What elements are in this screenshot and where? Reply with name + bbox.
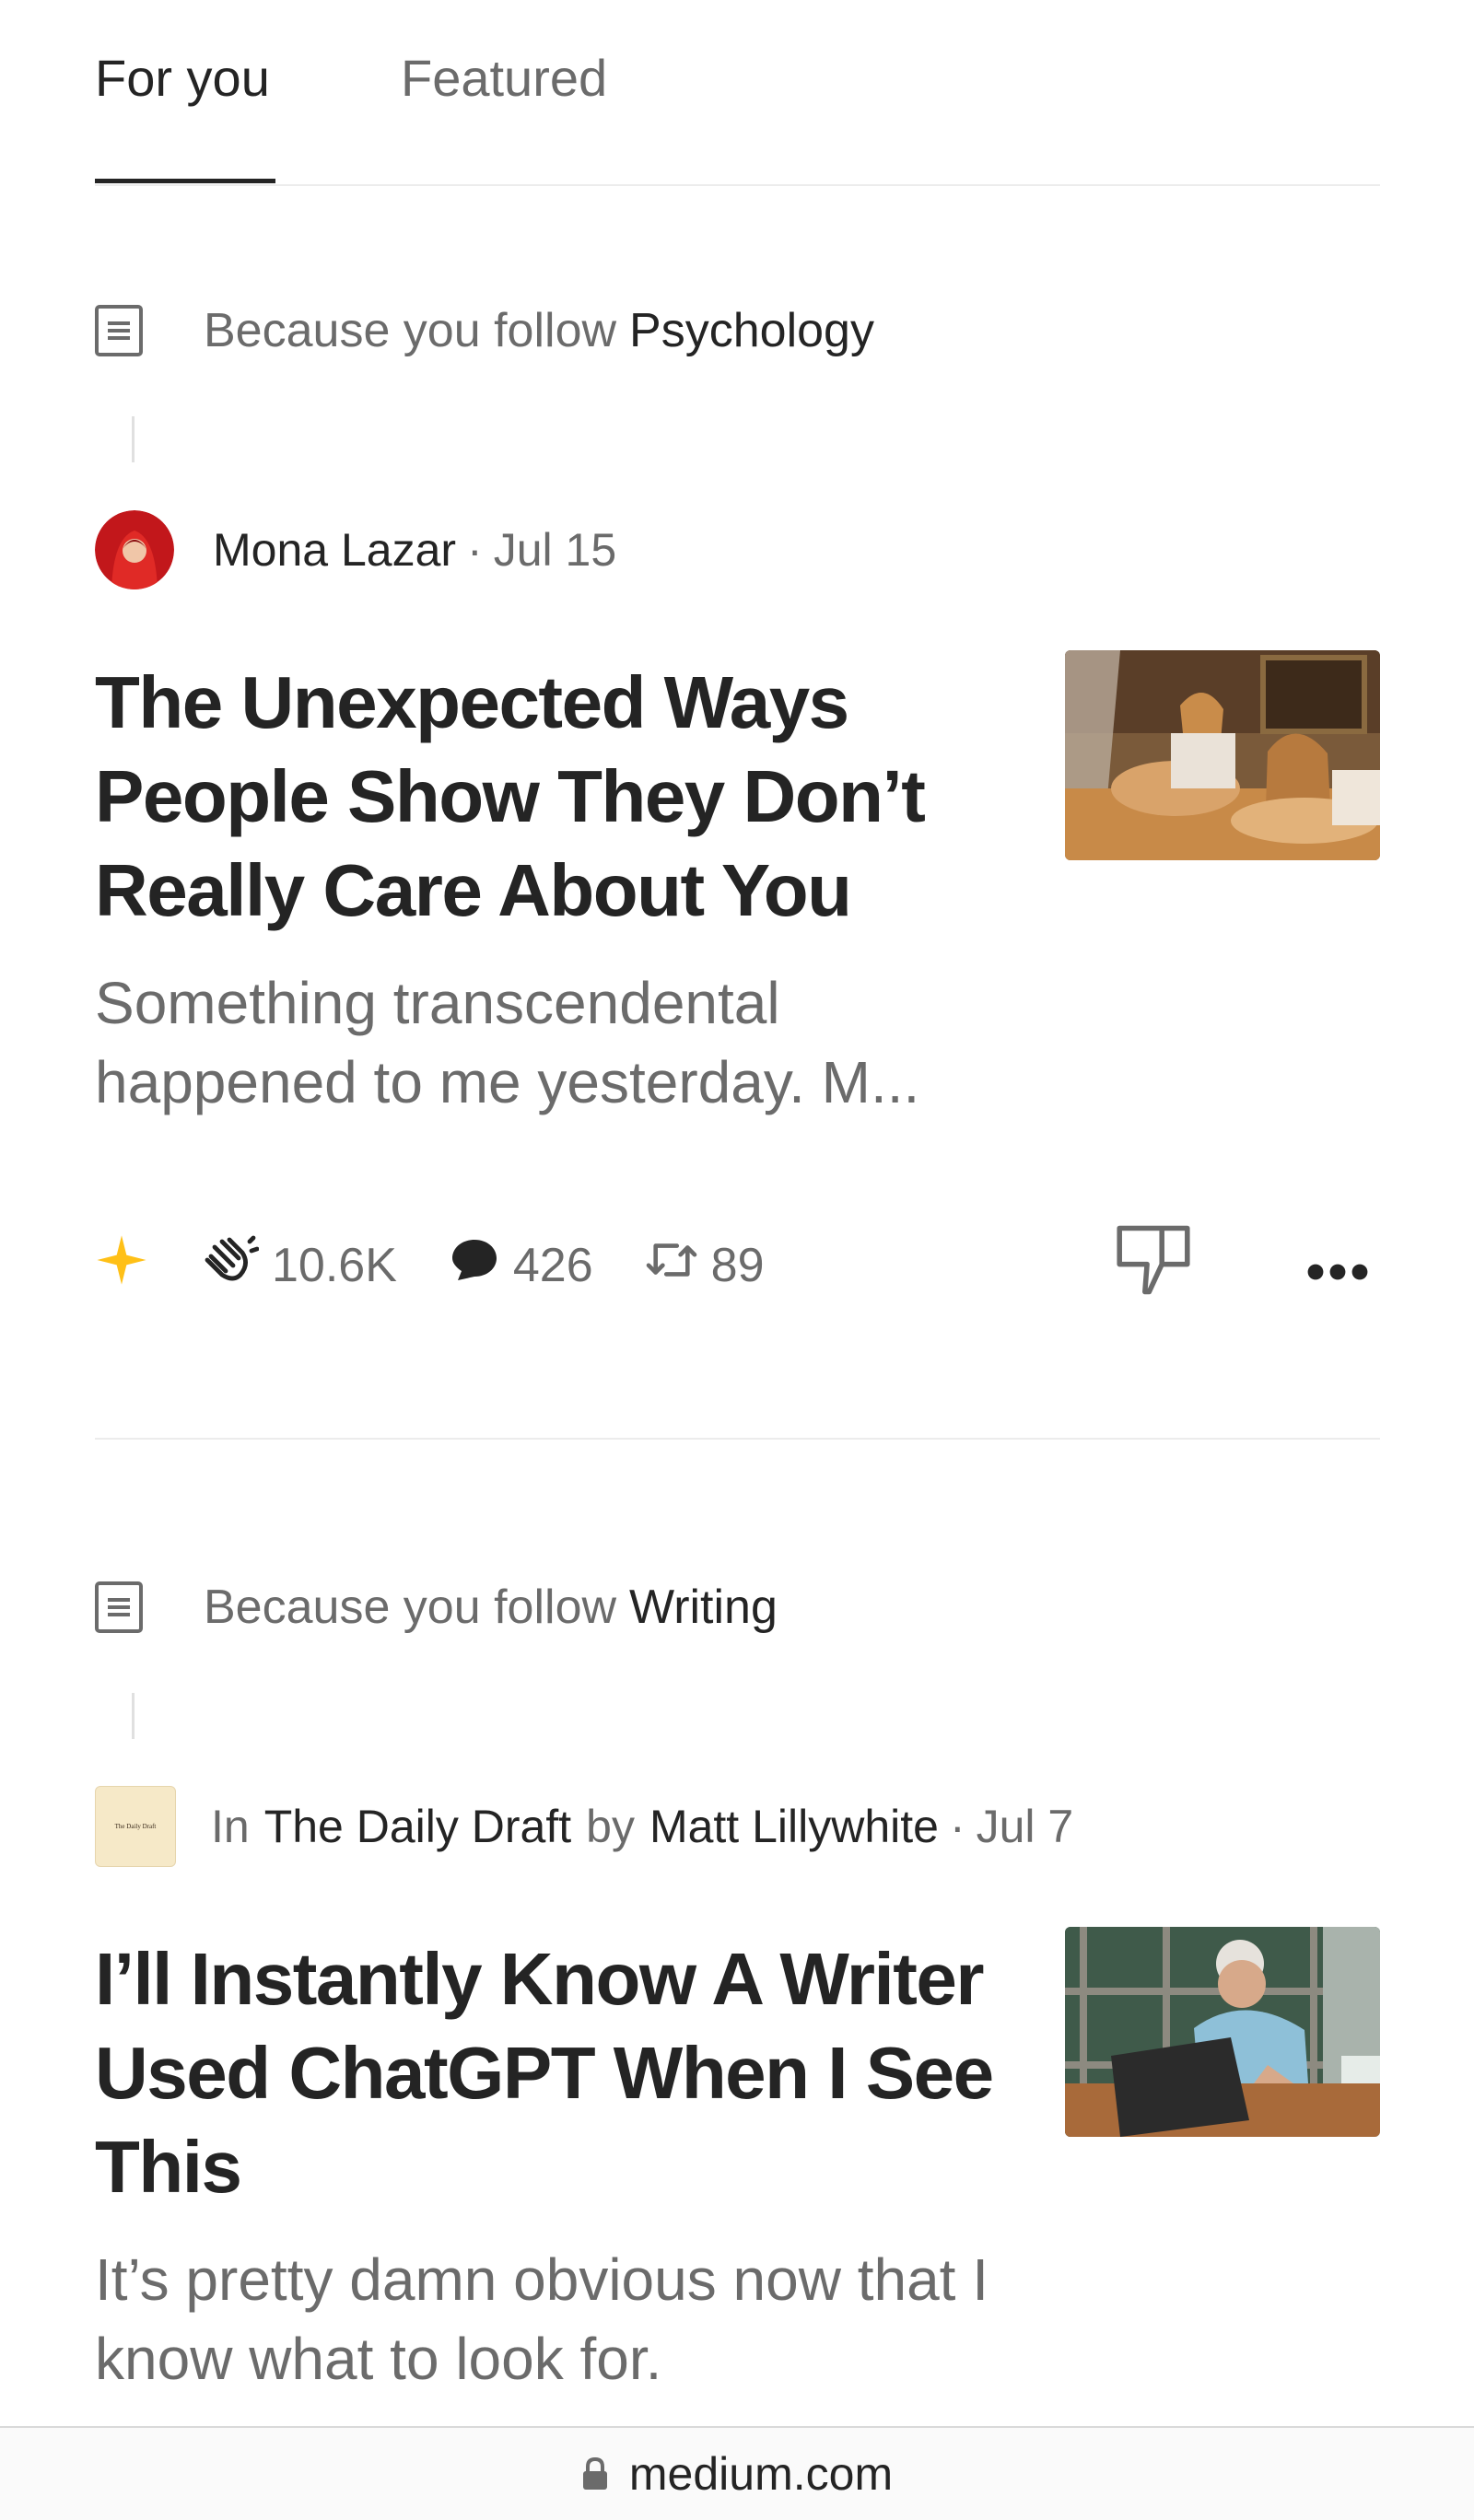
article-divider bbox=[95, 1438, 1380, 1440]
more-options-button[interactable] bbox=[1306, 1238, 1369, 1293]
article-card[interactable]: Because you follow Psychology Mona Lazar … bbox=[95, 0, 1380, 1437]
author-name[interactable]: Mona Lazar bbox=[213, 523, 456, 577]
browser-url-bar[interactable]: medium.com bbox=[0, 2426, 1474, 2520]
post-date: Jul 15 bbox=[493, 524, 617, 576]
recommendation-reason: Because you follow Writing bbox=[95, 1575, 778, 1639]
byline: The Daily Draft In The Daily Draft by Ma… bbox=[95, 1785, 1073, 1868]
response-count: 426 bbox=[512, 1239, 593, 1292]
article-card[interactable]: Because you follow Writing The Daily Draf… bbox=[95, 1474, 1380, 2426]
document-icon bbox=[95, 1581, 143, 1633]
byline: Mona Lazar · Jul 15 bbox=[95, 508, 616, 591]
reason-topic-link[interactable]: Writing bbox=[629, 1581, 778, 1634]
article-title[interactable]: The Unexpected Ways People Show They Don… bbox=[95, 656, 1016, 938]
document-icon bbox=[95, 305, 143, 356]
publication-logo[interactable]: The Daily Draft bbox=[95, 1786, 176, 1867]
clap-count: 10.6K bbox=[272, 1239, 397, 1292]
repost-button[interactable]: 89 bbox=[645, 1237, 765, 1295]
repost-icon bbox=[645, 1237, 698, 1295]
article-subtitle: Something transcendental happened to me … bbox=[95, 970, 920, 1115]
member-only-star bbox=[95, 1233, 148, 1299]
article-title[interactable]: I’ll Instantly Know A Writer Used ChatGP… bbox=[95, 1932, 1016, 2214]
article-actions: 10.6K 426 89 bbox=[95, 1225, 1380, 1302]
post-date: Jul 7 bbox=[976, 1801, 1074, 1852]
reason-label: Because you follow Writing bbox=[204, 1581, 778, 1634]
separator-dot: · bbox=[467, 524, 483, 576]
publication-logo-text: The Daily Draft bbox=[114, 1823, 157, 1830]
star-icon bbox=[95, 1233, 148, 1299]
repost-count: 89 bbox=[710, 1239, 765, 1292]
author-name[interactable]: Matt Lillywhite bbox=[649, 1800, 939, 1853]
clap-icon bbox=[200, 1234, 260, 1298]
reason-topic-link[interactable]: Psychology bbox=[629, 304, 874, 357]
in-label: In bbox=[211, 1801, 250, 1852]
show-less-button[interactable] bbox=[1111, 1221, 1196, 1311]
thread-connector bbox=[132, 1693, 135, 1739]
lock-icon bbox=[581, 2456, 609, 2491]
thread-connector bbox=[132, 416, 135, 462]
article-subtitle: It’s pretty damn obvious now that I know… bbox=[95, 2246, 989, 2392]
avatar[interactable] bbox=[95, 510, 174, 589]
recommendation-reason: Because you follow Psychology bbox=[95, 298, 874, 363]
url-domain: medium.com bbox=[628, 2448, 894, 2500]
responses-button[interactable]: 426 bbox=[449, 1235, 593, 1297]
article-thumbnail[interactable] bbox=[1065, 650, 1380, 860]
article-thumbnail[interactable] bbox=[1065, 1927, 1380, 2137]
clap-button[interactable]: 10.6K bbox=[200, 1234, 397, 1298]
more-icon bbox=[1306, 1238, 1369, 1293]
reason-label: Because you follow Psychology bbox=[204, 304, 874, 357]
publication-name[interactable]: The Daily Draft bbox=[264, 1800, 571, 1853]
dislike-icon bbox=[1111, 1221, 1196, 1311]
comment-icon bbox=[449, 1235, 500, 1297]
by-label: by bbox=[586, 1801, 635, 1852]
separator-dot: · bbox=[949, 1801, 965, 1852]
